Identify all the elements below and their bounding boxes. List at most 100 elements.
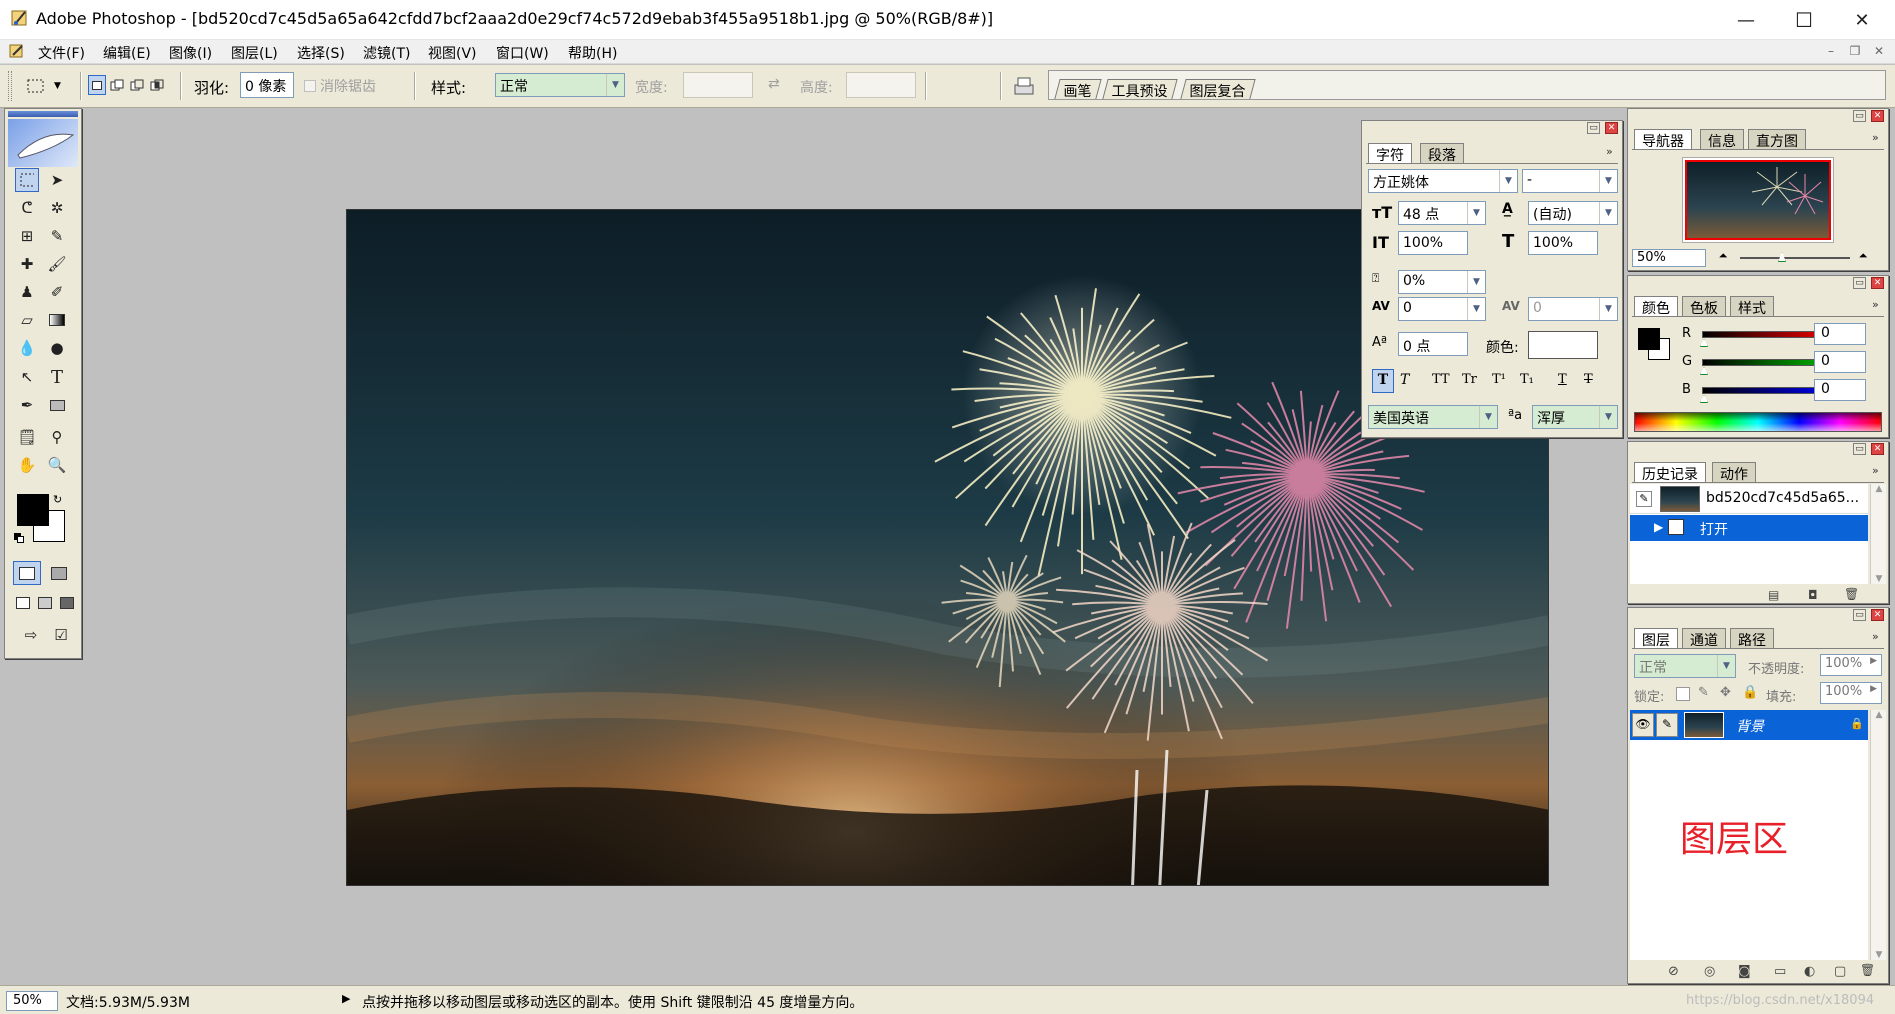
history-snapshot-row[interactable]: ✎ bd520cd7c45d5a65... — [1630, 484, 1868, 514]
notes-tool-icon[interactable]: 🗒 — [15, 425, 39, 449]
tab-info[interactable]: 信息 — [1700, 129, 1744, 150]
panel-menu-icon[interactable]: » — [1606, 145, 1613, 158]
menu-file[interactable]: 文件(F) — [38, 43, 85, 63]
add-mask-icon[interactable]: ◙ — [1738, 964, 1751, 979]
style-select[interactable]: 正常 ▼ — [495, 73, 625, 97]
menu-select[interactable]: 选择(S) — [297, 43, 345, 63]
history-brush-tool-icon[interactable]: ✐ — [45, 280, 69, 304]
tab-swatches[interactable]: 色板 — [1682, 296, 1726, 317]
palette-tab-brushes[interactable]: 画笔 — [1054, 79, 1102, 100]
foreground-color-swatch[interactable] — [17, 494, 49, 526]
zoom-out-icon[interactable]: ⏶ — [1712, 249, 1734, 265]
channel-g-input[interactable]: 0 — [1814, 351, 1866, 373]
tab-paths[interactable]: 路径 — [1730, 628, 1774, 649]
panel-minimize-icon[interactable]: ▭ — [1853, 110, 1866, 122]
menu-window[interactable]: 窗口(W) — [496, 43, 549, 63]
eyedropper-tool-icon[interactable]: ⚲ — [45, 425, 69, 449]
layers-scrollbar[interactable]: ▲ ▼ — [1870, 710, 1886, 960]
tsume-select[interactable]: 0% ▼ — [1398, 270, 1486, 294]
swap-icon[interactable]: ⇄ — [768, 76, 780, 92]
small-caps-button[interactable]: Tr — [1462, 372, 1477, 387]
font-family-select[interactable]: 方正姚体 ▼ — [1368, 169, 1518, 193]
document-icon[interactable] — [8, 42, 28, 64]
zoom-slider-track[interactable] — [1740, 257, 1850, 259]
font-style-select[interactable]: - ▼ — [1522, 169, 1618, 193]
tab-navigator[interactable]: 导航器 — [1634, 129, 1692, 150]
antialias-checkbox[interactable]: 消除锯齿 — [304, 76, 376, 96]
new-selection-icon[interactable] — [88, 75, 106, 95]
status-menu-arrow-icon[interactable]: ▶ — [342, 992, 350, 1005]
tab-histogram[interactable]: 直方图 — [1748, 129, 1806, 150]
toolbox-titlebar[interactable] — [8, 111, 78, 117]
menu-help[interactable]: 帮助(H) — [568, 43, 617, 63]
panel-close-icon[interactable]: ✕ — [1871, 609, 1884, 621]
channel-b-thumb[interactable] — [1700, 395, 1708, 403]
screen-mode-full-icon[interactable] — [57, 591, 77, 615]
quick-mask-mode-icon[interactable] — [45, 561, 73, 585]
tab-styles[interactable]: 样式 — [1730, 296, 1774, 317]
panel-menu-icon[interactable]: » — [1872, 298, 1879, 311]
blur-tool-icon[interactable]: 💧 — [15, 336, 39, 360]
lock-image-icon[interactable]: ✎ — [1698, 685, 1709, 700]
screen-mode-standard-icon[interactable] — [13, 591, 33, 615]
subtract-selection-icon[interactable] — [128, 75, 146, 95]
pen-tool-icon[interactable]: ✒ — [15, 393, 39, 417]
height-input[interactable] — [846, 72, 916, 98]
palette-well-icon[interactable] — [1010, 73, 1038, 99]
add-selection-icon[interactable] — [108, 75, 126, 95]
tracking-select[interactable]: 0 ▼ — [1528, 297, 1618, 321]
lock-all-icon[interactable]: 🔒 — [1742, 685, 1758, 700]
color-ramp[interactable] — [1634, 412, 1882, 432]
baseline-shift-input[interactable]: 0 点 — [1398, 332, 1468, 356]
slice-tool-icon[interactable]: ✎ — [45, 224, 69, 248]
palette-tab-layer-comps[interactable]: 图层复合 — [1180, 79, 1256, 100]
opacity-input[interactable]: 100% ▶ — [1820, 654, 1882, 676]
width-input[interactable] — [683, 72, 753, 98]
new-document-from-state-icon[interactable]: ▤ — [1768, 588, 1779, 602]
palette-tab-tool-presets[interactable]: 工具预设 — [1102, 79, 1178, 100]
navigator-thumbnail[interactable] — [1682, 157, 1834, 243]
tab-actions[interactable]: 动作 — [1712, 462, 1756, 483]
new-snapshot-icon[interactable]: ◘ — [1808, 588, 1818, 602]
fg-color-swatch[interactable] — [1638, 328, 1660, 350]
panel-close-icon[interactable]: ✕ — [1871, 443, 1884, 455]
zoom-tool-icon[interactable]: 🔍 — [45, 453, 69, 477]
shape-tool-icon[interactable] — [45, 393, 69, 417]
strikethrough-button[interactable]: T — [1584, 372, 1593, 387]
move-tool-icon[interactable]: ➤ — [45, 168, 69, 192]
gradient-tool-icon[interactable] — [45, 308, 69, 332]
crop-tool-icon[interactable]: ⊞ — [15, 224, 39, 248]
new-adjustment-layer-icon[interactable]: ◐ — [1804, 964, 1815, 979]
tab-history[interactable]: 历史记录 — [1634, 462, 1706, 483]
menu-layer[interactable]: 图层(L) — [231, 43, 278, 63]
history-brush-source-icon[interactable]: ✎ — [1636, 491, 1652, 507]
dodge-tool-icon[interactable]: ● — [45, 336, 69, 360]
faux-italic-button[interactable]: T — [1400, 372, 1409, 388]
adobe-feather-logo[interactable] — [8, 119, 78, 167]
panel-close-icon[interactable]: ✕ — [1871, 277, 1884, 289]
default-colors-icon[interactable] — [14, 533, 24, 543]
kerning-select[interactable]: 0 ▼ — [1398, 297, 1486, 321]
link-layers-icon[interactable]: ⊘ — [1668, 964, 1679, 979]
tab-character[interactable]: 字符 — [1368, 143, 1412, 164]
brush-link-icon[interactable]: ✎ — [1656, 713, 1678, 737]
horizontal-scale-input[interactable]: 100% — [1528, 231, 1598, 255]
language-select[interactable]: 美国英语 ▼ — [1368, 405, 1498, 429]
tab-paragraph[interactable]: 段落 — [1420, 143, 1464, 164]
panel-close-icon[interactable]: ✕ — [1871, 110, 1884, 122]
menu-edit[interactable]: 编辑(E) — [103, 43, 151, 63]
tool-preset-picker[interactable]: ▼ — [26, 73, 72, 99]
swap-colors-icon[interactable]: ↻ — [53, 493, 62, 506]
navigator-zoom-input[interactable]: 50% — [1632, 249, 1706, 267]
font-size-select[interactable]: 48 点 ▼ — [1398, 201, 1486, 225]
zoom-in-icon[interactable]: ⏶ — [1852, 249, 1874, 265]
screen-mode-menu-icon[interactable] — [35, 591, 55, 615]
history-scrollbar[interactable]: ▲ ▼ — [1870, 484, 1886, 584]
panel-menu-icon[interactable]: » — [1872, 464, 1879, 477]
menu-image[interactable]: 图像(I) — [169, 43, 212, 63]
intersect-selection-icon[interactable] — [148, 75, 166, 95]
new-layer-icon[interactable]: ▢ — [1834, 964, 1846, 979]
magic-wand-tool-icon[interactable]: ✲ — [45, 196, 69, 220]
eraser-tool-icon[interactable]: ▱ — [15, 308, 39, 332]
minimize-button[interactable]: — — [1717, 0, 1775, 40]
